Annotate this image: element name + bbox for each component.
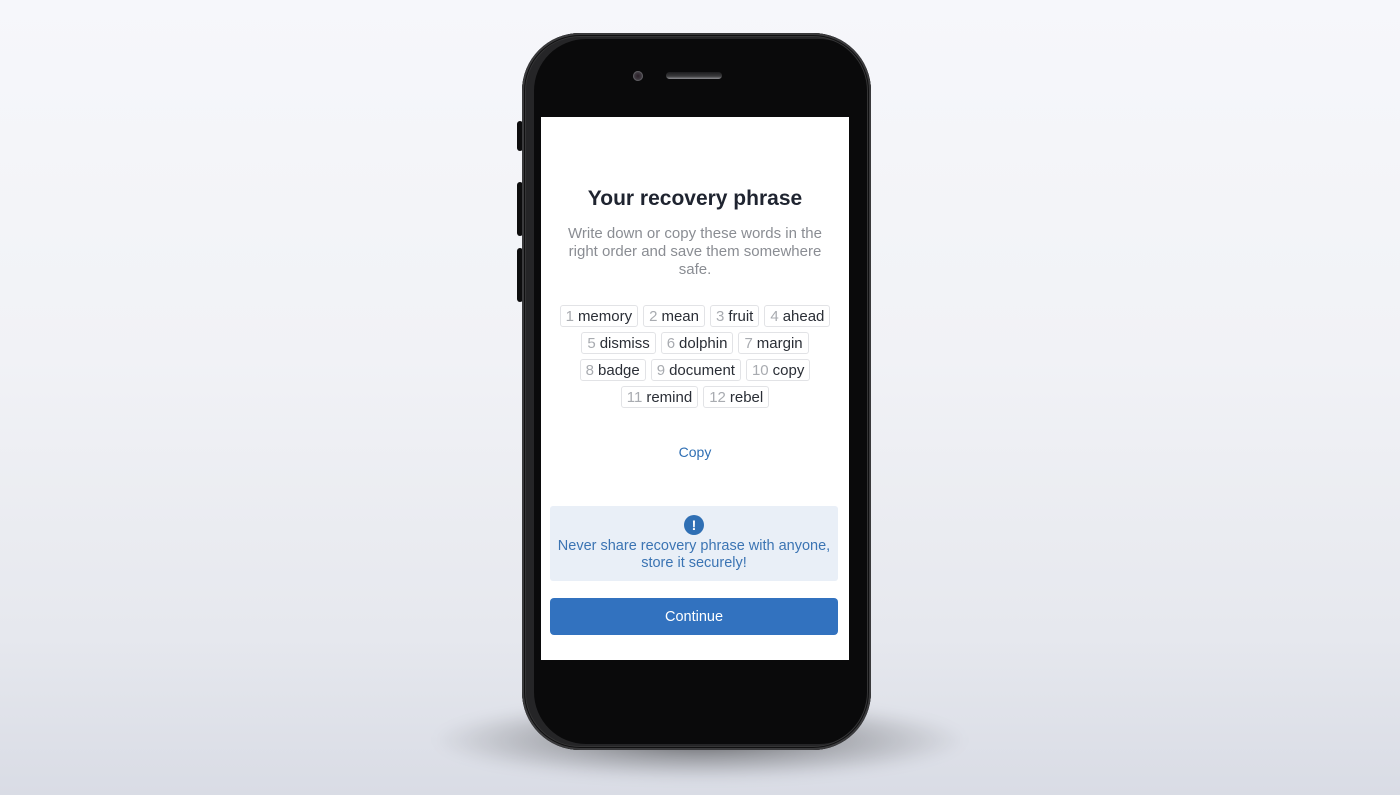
copy-phrase-button[interactable]: Copy bbox=[541, 444, 849, 460]
word-chip: 11 remind bbox=[620, 386, 699, 408]
word-text: mean bbox=[661, 308, 699, 325]
word-chip: 4 ahead bbox=[764, 305, 831, 327]
word-text: badge bbox=[598, 362, 640, 379]
page-subtitle: Write down or copy these words in the ri… bbox=[567, 225, 822, 278]
word-chip: 2 mean bbox=[643, 305, 705, 327]
phone-screen: Your recovery phrase Write down or copy … bbox=[541, 117, 849, 660]
word-index: 7 bbox=[744, 335, 753, 352]
word-index: 3 bbox=[715, 308, 725, 325]
word-chip: 9 document bbox=[650, 359, 741, 381]
word-index: 10 bbox=[751, 362, 769, 379]
word-index: 5 bbox=[587, 335, 596, 352]
word-index: 8 bbox=[585, 362, 595, 379]
word-text: ahead bbox=[782, 308, 825, 325]
word-chip: 12 rebel bbox=[703, 386, 770, 408]
word-text: copy bbox=[772, 362, 805, 379]
word-chip: 5 dismiss bbox=[581, 332, 656, 354]
word-text: rebel bbox=[729, 389, 764, 406]
word-index: 12 bbox=[709, 389, 726, 406]
word-index: 11 bbox=[626, 389, 643, 406]
word-text: dismiss bbox=[599, 335, 650, 352]
earpiece-speaker bbox=[666, 72, 722, 79]
recovery-phrase-grid: 1 memory 2 mean 3 fruit 4 ahead 5 dismiss 6 do… bbox=[549, 305, 841, 408]
security-warning-banner: ! Never share recovery phrase with anyon… bbox=[550, 506, 838, 581]
word-index: 1 bbox=[565, 308, 574, 325]
word-chip: 3 fruit bbox=[709, 305, 760, 327]
word-chip: 6 dolphin bbox=[660, 332, 734, 354]
word-text: dolphin bbox=[679, 335, 728, 352]
word-chip: 7 margin bbox=[738, 332, 809, 354]
word-text: memory bbox=[577, 308, 633, 325]
word-chip: 1 memory bbox=[559, 305, 639, 327]
word-index: 6 bbox=[666, 335, 676, 352]
page-title: Your recovery phrase bbox=[587, 187, 803, 210]
continue-button[interactable]: Continue bbox=[550, 598, 838, 635]
word-chip: 10 copy bbox=[745, 359, 811, 381]
warning-text: Never share recovery phrase with anyone,… bbox=[557, 538, 831, 571]
word-chip: 8 badge bbox=[579, 359, 646, 381]
exclamation-circle-icon: ! bbox=[684, 515, 704, 535]
word-index: 4 bbox=[770, 308, 779, 325]
front-camera-icon bbox=[633, 71, 643, 81]
word-text: document bbox=[669, 362, 735, 379]
word-text: fruit bbox=[728, 308, 754, 325]
word-text: margin bbox=[756, 335, 803, 352]
word-index: 2 bbox=[649, 308, 658, 325]
word-index: 9 bbox=[656, 362, 666, 379]
word-text: remind bbox=[646, 389, 693, 406]
